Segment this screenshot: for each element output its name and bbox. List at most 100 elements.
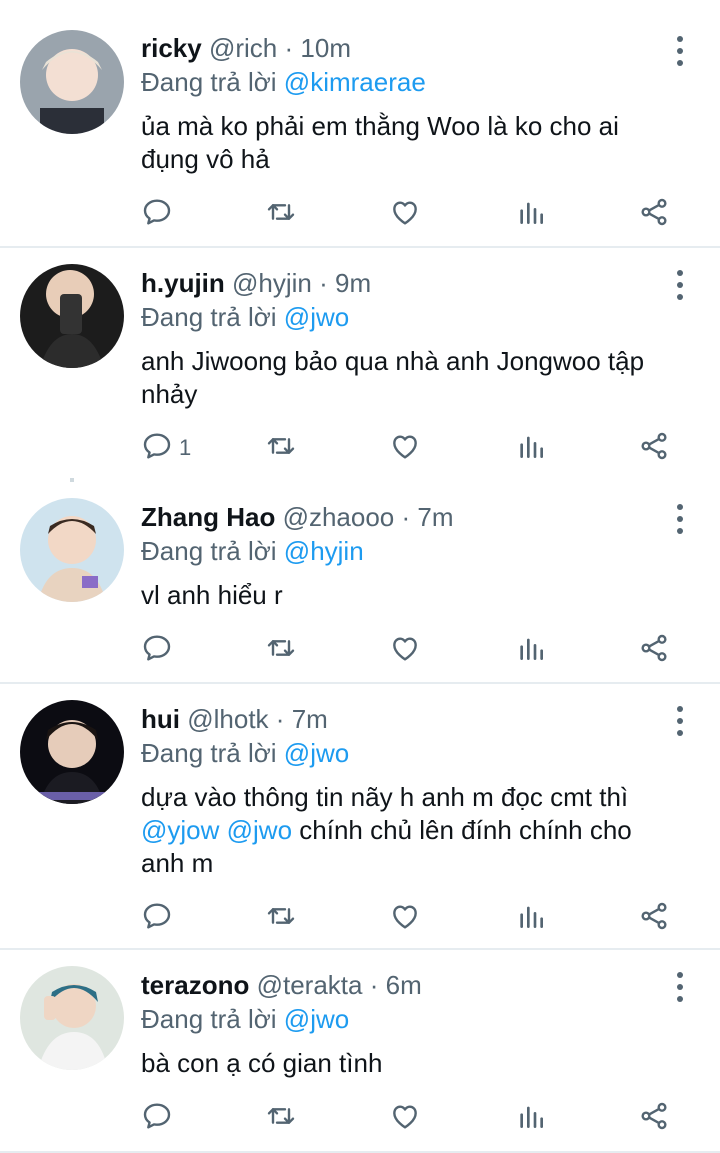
display-name[interactable]: ricky bbox=[141, 33, 202, 63]
views-icon bbox=[515, 430, 547, 467]
tweet[interactable]: terazono @terakta · 6m Đang trả lời @jwo… bbox=[0, 950, 720, 1153]
reply-mention[interactable]: @jwo bbox=[284, 302, 349, 332]
views-button[interactable] bbox=[515, 428, 547, 468]
share-icon bbox=[638, 196, 670, 233]
like-button[interactable] bbox=[389, 1098, 421, 1138]
tweet-text: ủa mà ko phải em thằng Woo là ko cho ai … bbox=[141, 110, 701, 176]
tweet-text: bà con ạ có gian tình bbox=[141, 1047, 701, 1080]
share-button[interactable] bbox=[638, 194, 670, 234]
reply-mention[interactable]: @jwo bbox=[284, 738, 349, 768]
separator: · bbox=[369, 970, 379, 1000]
separator: · bbox=[275, 704, 285, 734]
avatar[interactable] bbox=[20, 700, 124, 804]
tweet-text-fragment: chính chủ lên đính chính cho bbox=[299, 815, 632, 845]
tweet[interactable]: Zhang Hao @zhaooo · 7m Đang trả lời @hyj… bbox=[0, 482, 720, 682]
tweet-header: ricky @rich · 10m bbox=[141, 33, 351, 63]
timestamp[interactable]: 7m bbox=[292, 704, 328, 734]
more-icon[interactable] bbox=[670, 270, 690, 300]
user-handle[interactable]: @hyjin bbox=[232, 268, 312, 298]
views-icon bbox=[515, 196, 547, 233]
views-button[interactable] bbox=[515, 194, 547, 234]
display-name[interactable]: Zhang Hao bbox=[141, 502, 275, 532]
tweet[interactable]: ricky @rich · 10m Đang trả lời @kimraera… bbox=[0, 0, 720, 246]
views-button[interactable] bbox=[515, 1098, 547, 1138]
retweet-button[interactable] bbox=[265, 898, 297, 938]
tweet-text-line: đụng vô hả bbox=[141, 144, 270, 174]
retweet-icon bbox=[265, 900, 297, 937]
replying-prefix: Đang trả lời bbox=[141, 738, 277, 768]
avatar[interactable] bbox=[20, 966, 124, 1070]
display-name[interactable]: h.yujin bbox=[141, 268, 225, 298]
tweet-header: Zhang Hao @zhaooo · 7m bbox=[141, 502, 454, 532]
like-icon bbox=[389, 196, 421, 233]
timestamp[interactable]: 6m bbox=[386, 970, 422, 1000]
separator: · bbox=[284, 33, 294, 63]
replying-to: Đang trả lời @hyjin bbox=[141, 536, 364, 566]
share-button[interactable] bbox=[638, 1098, 670, 1138]
reply-icon bbox=[141, 900, 173, 937]
like-button[interactable] bbox=[389, 428, 421, 468]
reply-button[interactable] bbox=[141, 194, 179, 234]
retweet-button[interactable] bbox=[265, 630, 297, 670]
like-icon bbox=[389, 1100, 421, 1137]
like-button[interactable] bbox=[389, 194, 421, 234]
timestamp[interactable]: 7m bbox=[417, 502, 453, 532]
share-icon bbox=[638, 632, 670, 669]
views-icon bbox=[515, 1100, 547, 1137]
mention-link[interactable]: @yjow bbox=[141, 815, 219, 845]
share-icon bbox=[638, 1100, 670, 1137]
tweet-text-line: anh Jiwoong bảo qua nhà anh Jongwoo tập bbox=[141, 346, 645, 376]
like-icon bbox=[389, 632, 421, 669]
timestamp[interactable]: 9m bbox=[335, 268, 371, 298]
tweet[interactable]: h.yujin @hyjin · 9m Đang trả lời @jwo an… bbox=[0, 248, 720, 478]
views-icon bbox=[515, 632, 547, 669]
more-icon[interactable] bbox=[670, 504, 690, 534]
action-bar bbox=[0, 630, 720, 670]
replying-to: Đang trả lời @jwo bbox=[141, 738, 349, 768]
views-button[interactable] bbox=[515, 630, 547, 670]
user-handle[interactable]: @rich bbox=[209, 33, 277, 63]
avatar[interactable] bbox=[20, 30, 124, 134]
user-handle[interactable]: @terakta bbox=[257, 970, 363, 1000]
reply-mention[interactable]: @hyjin bbox=[284, 536, 364, 566]
reply-button[interactable] bbox=[141, 1098, 179, 1138]
user-handle[interactable]: @lhotk bbox=[187, 704, 268, 734]
tweet-header: terazono @terakta · 6m bbox=[141, 970, 422, 1000]
user-handle[interactable]: @zhaooo bbox=[283, 502, 395, 532]
tweet-text-line: dựa vào thông tin nãy h anh m đọc cmt th… bbox=[141, 782, 629, 812]
display-name[interactable]: terazono bbox=[141, 970, 249, 1000]
like-icon bbox=[389, 430, 421, 467]
share-button[interactable] bbox=[638, 428, 670, 468]
reply-icon bbox=[141, 632, 173, 669]
share-button[interactable] bbox=[638, 630, 670, 670]
views-button[interactable] bbox=[515, 898, 547, 938]
retweet-button[interactable] bbox=[265, 194, 297, 234]
retweet-icon bbox=[265, 632, 297, 669]
more-icon[interactable] bbox=[670, 706, 690, 736]
share-button[interactable] bbox=[638, 898, 670, 938]
like-button[interactable] bbox=[389, 898, 421, 938]
more-icon[interactable] bbox=[670, 36, 690, 66]
reply-button[interactable] bbox=[141, 898, 179, 938]
retweet-icon bbox=[265, 430, 297, 467]
like-button[interactable] bbox=[389, 630, 421, 670]
reply-mention[interactable]: @jwo bbox=[284, 1004, 349, 1034]
retweet-icon bbox=[265, 196, 297, 233]
tweet-header: hui @lhotk · 7m bbox=[141, 704, 328, 734]
reply-button[interactable]: 1 bbox=[141, 428, 191, 468]
mention-link[interactable]: @jwo bbox=[227, 815, 292, 845]
avatar[interactable] bbox=[20, 498, 124, 602]
more-icon[interactable] bbox=[670, 972, 690, 1002]
tweet[interactable]: hui @lhotk · 7m Đang trả lời @jwo dựa và… bbox=[0, 684, 720, 948]
tweet-text-line: bà con ạ có gian tình bbox=[141, 1048, 383, 1078]
reply-button[interactable] bbox=[141, 630, 179, 670]
reply-mention[interactable]: @kimraerae bbox=[284, 67, 426, 97]
retweet-button[interactable] bbox=[265, 1098, 297, 1138]
replying-to: Đang trả lời @kimraerae bbox=[141, 67, 426, 97]
replying-to: Đang trả lời @jwo bbox=[141, 302, 349, 332]
tweet-text: vl anh hiểu r bbox=[141, 579, 701, 612]
retweet-button[interactable] bbox=[265, 428, 297, 468]
display-name[interactable]: hui bbox=[141, 704, 180, 734]
timestamp[interactable]: 10m bbox=[300, 33, 351, 63]
avatar[interactable] bbox=[20, 264, 124, 368]
